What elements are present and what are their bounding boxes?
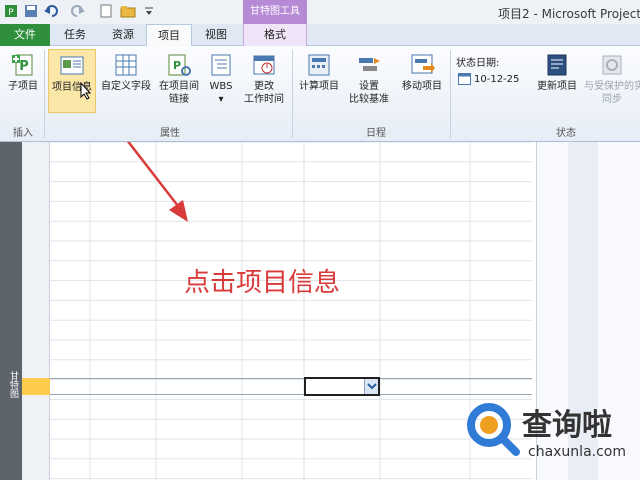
wbs-icon [211,54,231,76]
properties-group-label: 属性 [160,128,180,139]
subproject-icon: P [12,54,33,76]
tab-resource[interactable]: 资源 [104,24,142,46]
links-between-projects-icon: P [168,54,191,76]
sync-label-1: 与受保护的实 [584,81,640,92]
wbs-button[interactable]: WBS ▾ [204,52,238,106]
wbs-dropdown-arrow: ▾ [218,94,224,105]
move-project-label: 移动项目 [402,81,442,92]
status-group-label: 状态 [556,128,576,139]
custom-fields-icon [115,54,137,76]
set-baseline-label-1: 设置 [359,81,379,92]
change-working-time-icon [253,55,275,75]
update-project-icon [547,54,567,76]
app-icon[interactable]: P [4,4,18,18]
watermark: 查询啦 chaxunla.com [456,392,640,480]
status-date-field[interactable]: 10-12-25 [474,74,519,85]
save-icon[interactable] [24,4,38,18]
gantt-chart-tools-label: 甘特图工具 [243,0,307,24]
update-project-label: 更新项目 [537,81,577,92]
mouse-cursor-icon [80,82,92,100]
svg-text:P: P [8,8,14,18]
custom-fields-label: 自定义字段 [101,81,151,92]
group-separator [292,50,293,138]
schedule-group-label: 日程 [366,128,386,139]
open-folder-icon[interactable] [120,4,136,18]
search-logo-icon [467,403,520,456]
svg-text:P: P [173,59,181,72]
sync-protected-actuals-button[interactable]: 与受保护的实 同步 [584,52,640,106]
tab-task[interactable]: 任务 [56,24,94,46]
set-baseline-button[interactable]: 设置 比较基准 [344,52,394,106]
custom-fields-button[interactable]: 自定义字段 [98,52,154,93]
move-project-button[interactable]: 移动项目 [398,52,446,93]
group-separator [44,50,45,138]
watermark-brand-text: 查询啦 [522,408,612,443]
tab-file[interactable]: 文件 [0,24,50,46]
svg-text:P: P [19,59,29,74]
calculate-project-icon [308,54,330,76]
change-working-time-button[interactable]: 更改 工作时间 [240,52,288,106]
set-baseline-label-2: 比较基准 [349,94,389,105]
sync-protected-actuals-icon [602,55,622,75]
set-baseline-icon [359,58,380,71]
ribbon: P 子项目 插入 项目信息 自定义字段 P 在项目间 链接 WBS ▾ 更改 工… [0,46,640,142]
insert-group-label: 插入 [13,128,33,139]
project-information-icon [60,56,84,75]
customize-qat-icon[interactable] [144,4,154,18]
window-title: 项目2 - Microsoft Project [498,7,640,21]
tab-format[interactable]: 格式 [243,24,307,46]
project-information-button[interactable]: 项目信息 [48,49,96,113]
calculate-project-label: 计算项目 [299,81,339,92]
new-file-icon[interactable] [100,4,112,18]
change-working-time-label-2: 工作时间 [244,94,284,105]
sync-label-2: 同步 [602,94,622,105]
annotation-text: 点击项目信息 [184,268,341,298]
wbs-label: WBS [209,81,233,92]
status-date-label: 状态日期: [456,58,500,69]
ribbon-tab-bar: 文件 任务 资源 项目 视图 格式 [0,24,640,47]
links-between-projects-button[interactable]: P 在项目间 链接 [156,52,202,106]
links-between-projects-label-2: 链接 [169,94,189,105]
calculate-project-button[interactable]: 计算项目 [296,52,342,93]
watermark-domain-text: chaxunla.com [528,444,626,460]
links-between-projects-label-1: 在项目间 [159,81,199,92]
update-project-button[interactable]: 更新项目 [532,52,582,93]
subproject-button[interactable]: P 子项目 [4,52,42,93]
redo-icon[interactable] [70,4,86,18]
move-project-icon [411,54,435,74]
subproject-label: 子项目 [8,81,38,92]
title-bar: P 甘特图工具 项目2 - Microsoft Project [0,0,640,24]
tab-view[interactable]: 视图 [196,24,236,46]
calendar-icon [458,73,471,85]
change-working-time-label-1: 更改 [254,81,274,92]
undo-icon[interactable] [44,4,60,18]
tab-project[interactable]: 项目 [146,24,192,47]
project-window: P 甘特图工具 项目2 - Microsoft Project 文件 任务 资源… [0,0,640,480]
group-separator [450,50,451,138]
